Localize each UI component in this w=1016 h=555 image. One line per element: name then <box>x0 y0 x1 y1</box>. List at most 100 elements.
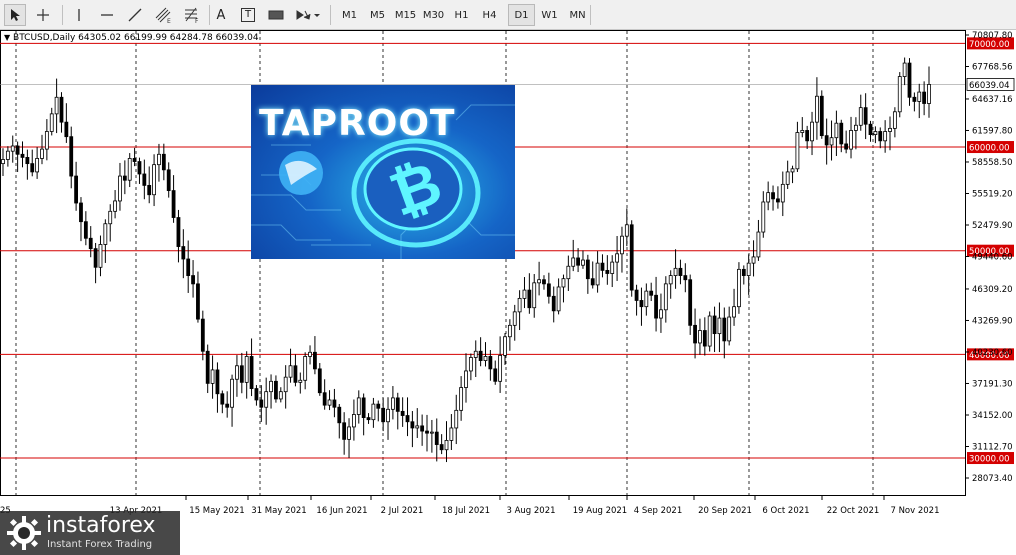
candle-body <box>590 278 595 286</box>
timeframe-h1-button[interactable]: H1 <box>448 4 475 26</box>
candle-body <box>556 286 561 312</box>
candle-body <box>542 279 546 285</box>
candle-body <box>176 217 181 247</box>
chart-area[interactable]: 70000.00 60000.00 50000.00 40000.00 30000.00… <box>0 30 1016 555</box>
crosshair-tool-icon[interactable] <box>32 4 54 26</box>
timeframe-h4-button[interactable]: H4 <box>476 4 503 26</box>
candle-body <box>600 262 605 271</box>
candle-body <box>688 279 693 326</box>
candle-body <box>210 369 215 384</box>
candle-body <box>439 444 444 451</box>
candle-body <box>892 111 897 129</box>
toolbar-divider <box>590 5 591 25</box>
candle-body <box>220 393 225 405</box>
candle-body <box>10 145 15 152</box>
x-tick-label: 6 Oct 2021 <box>762 506 809 516</box>
candle-body <box>824 135 829 146</box>
candle-body <box>693 324 697 344</box>
x-tick-label: 7 Nov 2021 <box>890 506 939 516</box>
candle-body <box>483 356 488 361</box>
candle-body <box>381 407 386 423</box>
y-tick-label: 28073.40 <box>972 474 1013 484</box>
svg-text:E: E <box>167 18 171 24</box>
candle-body <box>356 397 361 415</box>
text-label-tool-icon[interactable]: T <box>237 4 259 26</box>
candle-body <box>581 259 585 266</box>
candle-body <box>425 430 429 434</box>
candle-body <box>239 365 244 383</box>
candle-body <box>644 290 649 308</box>
candle-body <box>507 324 512 338</box>
taproot-banner-image: ₿ TAPROOT <box>251 85 515 259</box>
candle-body <box>737 268 741 308</box>
candle-body <box>191 275 195 285</box>
candle-body <box>858 107 863 126</box>
candle-body <box>293 365 298 383</box>
candle-body <box>25 157 30 165</box>
y-tick-label: 67768.56 <box>972 63 1013 73</box>
candle-body <box>20 153 25 158</box>
fibonacci-tool-icon[interactable]: F <box>180 4 204 26</box>
logo-gear-icon <box>7 516 41 550</box>
candle-body <box>683 275 688 281</box>
candle-body <box>595 262 600 286</box>
candle-body <box>5 150 10 160</box>
candle-body <box>166 169 171 191</box>
symbol-menu-icon[interactable]: ▼ <box>4 33 10 42</box>
candle-body <box>659 309 663 319</box>
candle-body <box>571 257 576 267</box>
timeframe-m30-button[interactable]: M30 <box>420 4 447 26</box>
candle-body <box>108 210 113 225</box>
arrows-shapes-tool-icon[interactable] <box>293 4 323 26</box>
candle-body <box>269 380 273 393</box>
candle-body <box>410 421 415 429</box>
candle-body <box>897 76 902 113</box>
candle-body <box>196 283 200 320</box>
candle-body <box>464 370 468 388</box>
candle-body <box>322 392 327 406</box>
candle-body <box>259 399 264 408</box>
candle-body <box>678 267 683 276</box>
candle-body <box>819 95 824 137</box>
candle-body <box>478 350 483 361</box>
timeframe-d1-button[interactable]: D1 <box>508 4 535 26</box>
timeframe-m15-button[interactable]: M15 <box>392 4 419 26</box>
cursor-tool-icon[interactable] <box>4 4 26 26</box>
candle-body <box>810 121 814 142</box>
candle-body <box>878 131 883 142</box>
candle-body <box>137 161 142 175</box>
candle-body <box>741 268 746 276</box>
toolbar-divider <box>330 5 331 25</box>
candle-body <box>171 190 176 218</box>
candle-body <box>298 379 303 383</box>
candle-body <box>527 289 532 309</box>
horizontal-line-tool-icon[interactable] <box>96 4 118 26</box>
vertical-line-tool-icon[interactable] <box>68 4 90 26</box>
y-tick-label: 52479.90 <box>972 221 1013 231</box>
logo-name: instaforex <box>46 513 156 538</box>
candle-body <box>751 256 756 264</box>
candle-body <box>405 415 410 423</box>
bitcoin-coin-icon: ₿ <box>351 138 481 248</box>
rectangle-tool-icon[interactable] <box>265 4 287 26</box>
trendline-tool-icon[interactable] <box>124 4 146 26</box>
timeframe-mn-button[interactable]: MN <box>564 4 591 26</box>
candle-body <box>74 175 79 204</box>
x-tick-label: 20 Sep 2021 <box>698 506 752 516</box>
equidistant-channel-tool-icon[interactable]: E <box>152 4 176 26</box>
candle-body <box>722 317 727 342</box>
text-tool-icon[interactable]: A <box>210 4 232 26</box>
candle-body <box>147 184 152 196</box>
candle-body <box>902 62 907 77</box>
timeframe-m1-button[interactable]: M1 <box>336 4 363 26</box>
candle-body <box>1 159 5 165</box>
logo-tagline: Instant Forex Trading <box>47 539 153 550</box>
candle-body <box>93 248 98 268</box>
candle-body <box>15 145 20 155</box>
x-tick-label: 3 Aug 2021 <box>506 506 555 516</box>
candle-body <box>337 406 342 424</box>
candle-body <box>468 357 473 372</box>
timeframe-m5-button[interactable]: M5 <box>364 4 391 26</box>
candle-body <box>546 283 551 297</box>
timeframe-w1-button[interactable]: W1 <box>536 4 563 26</box>
